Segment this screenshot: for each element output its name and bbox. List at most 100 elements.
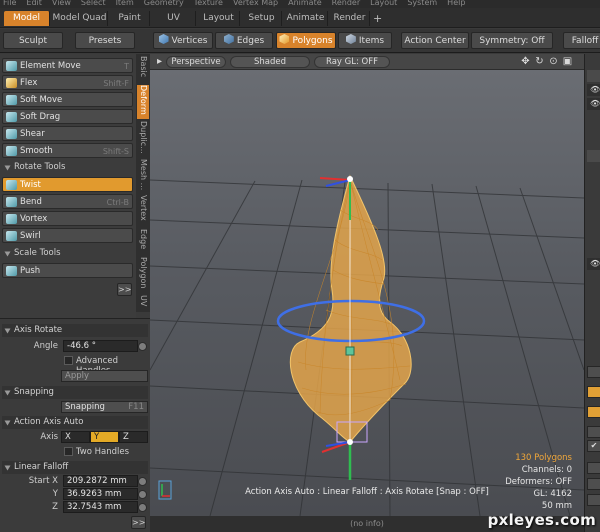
start-y-input[interactable]: 36.9263 mm	[63, 488, 138, 500]
side-panel-accent-button[interactable]	[587, 386, 600, 398]
axis-rotate-header[interactable]: Axis Rotate	[2, 324, 148, 337]
tab-paint[interactable]: Paint	[110, 11, 150, 26]
vertices-mode-button[interactable]: Vertices	[153, 32, 213, 49]
menu-item[interactable]: Item	[116, 0, 134, 7]
side-panel-button-2[interactable]	[587, 426, 600, 438]
start-x-link-icon[interactable]	[138, 477, 147, 486]
grid-scale: 50 mm	[541, 501, 572, 511]
zoom-icon[interactable]: ⊙	[548, 56, 559, 67]
properties-more-button[interactable]: >>	[131, 516, 146, 529]
menu-select[interactable]: Select	[81, 0, 106, 7]
tab-uv[interactable]: UV	[152, 11, 196, 26]
side-tab-deform[interactable]: Deform	[137, 85, 149, 119]
menu-help[interactable]: Help	[447, 0, 465, 7]
add-tab-button[interactable]: +	[373, 11, 382, 26]
pan-icon[interactable]: ✥	[520, 56, 531, 67]
sculpt-button[interactable]: Sculpt	[3, 32, 63, 49]
falloff-dropdown[interactable]: Falloff	[563, 32, 600, 49]
push-tool[interactable]: Push	[2, 263, 133, 278]
menu-file[interactable]: File	[3, 0, 16, 7]
side-tab-uv[interactable]: UV	[137, 295, 149, 311]
menu-animate[interactable]: Animate	[288, 0, 322, 7]
side-tab-mesh[interactable]: Mesh ...	[137, 159, 149, 193]
twist-tool[interactable]: Twist	[2, 177, 133, 192]
tab-setup[interactable]: Setup	[242, 11, 282, 26]
menu-layout[interactable]: Layout	[370, 0, 397, 7]
side-panel-accent-button-2[interactable]	[587, 406, 600, 418]
bend-tool[interactable]: Bend Ctrl-B	[2, 194, 133, 209]
menu-geometry[interactable]: Geometry	[144, 0, 184, 7]
polygons-label: Polygons	[292, 36, 333, 46]
apply-button[interactable]: Apply	[61, 370, 148, 382]
rotate-tools-header[interactable]: Rotate Tools	[2, 161, 133, 174]
linear-falloff-header[interactable]: Linear Falloff	[2, 461, 148, 474]
shear-tool[interactable]: Shear	[2, 126, 133, 141]
start-z-link-icon[interactable]	[138, 503, 147, 512]
menu-view[interactable]: View	[52, 0, 71, 7]
start-z-input[interactable]: 32.7543 mm	[63, 501, 138, 513]
menu-render[interactable]: Render	[332, 0, 360, 7]
side-panel-button-5[interactable]	[587, 494, 600, 506]
element-move-tool[interactable]: Element Move T	[2, 58, 133, 73]
perspective-dropdown[interactable]: Perspective	[166, 56, 226, 68]
smooth-tool[interactable]: Smooth Shift-S	[2, 143, 133, 158]
side-panel-button[interactable]	[587, 366, 600, 378]
axis-x-option[interactable]: X	[61, 431, 90, 443]
element-move-label: Element Move	[20, 61, 81, 71]
side-panel-button-4[interactable]	[587, 478, 600, 490]
scale-tools-header[interactable]: Scale Tools	[2, 247, 133, 260]
3d-viewport[interactable]: 130 Polygons Channels: 0 Deformers: OFF …	[150, 70, 584, 516]
side-tab-basic[interactable]: Basic	[137, 56, 149, 83]
side-tab-polygon[interactable]: Polygon	[137, 257, 149, 293]
advanced-handles-checkbox[interactable]	[64, 356, 73, 365]
two-handles-checkbox[interactable]	[64, 447, 73, 456]
tab-model-quad[interactable]: Model Quad	[52, 11, 108, 26]
list-item[interactable]	[587, 150, 600, 162]
list-item[interactable]: 👁	[587, 258, 600, 270]
side-tab-duplicate[interactable]: Duplic...	[137, 121, 149, 157]
tab-render[interactable]: Render	[330, 11, 370, 26]
tab-animate[interactable]: Animate	[284, 11, 328, 26]
tab-model[interactable]: Model	[4, 11, 50, 26]
maximize-icon[interactable]: ▣	[562, 56, 573, 67]
raygl-toggle[interactable]: Ray GL: OFF	[314, 56, 390, 68]
snapping-toggle[interactable]: Snapping F11	[61, 401, 148, 413]
axis-z-option[interactable]: Z	[119, 431, 148, 443]
list-item[interactable]: 👁	[587, 98, 600, 110]
side-panel-button-3[interactable]	[587, 462, 600, 474]
list-item[interactable]: 👁	[587, 84, 600, 96]
vortex-tool[interactable]: Vortex	[2, 211, 133, 226]
axis-y-option[interactable]: Y	[90, 431, 119, 443]
start-x-input[interactable]: 209.2872 mm	[63, 475, 138, 487]
items-mode-button[interactable]: Items	[338, 32, 392, 49]
action-center-dropdown[interactable]: Action Center	[401, 32, 469, 49]
shading-dropdown[interactable]: Shaded	[230, 56, 310, 68]
soft-move-tool[interactable]: Soft Move	[2, 92, 133, 107]
start-y-link-icon[interactable]	[138, 490, 147, 499]
side-tab-vertex[interactable]: Vertex	[137, 195, 149, 227]
tools-more-button[interactable]: >>	[117, 283, 132, 296]
swirl-tool[interactable]: Swirl	[2, 228, 133, 243]
menu-vertex-map[interactable]: Vertex Map	[233, 0, 278, 7]
soft-drag-tool[interactable]: Soft Drag	[2, 109, 133, 124]
visibility-eye-icon[interactable]: 👁	[590, 86, 600, 94]
angle-dial-icon[interactable]	[138, 342, 147, 351]
symmetry-dropdown[interactable]: Symmetry: Off	[471, 32, 553, 49]
angle-input[interactable]: -46.6 °	[63, 340, 138, 352]
visibility-eye-icon[interactable]: 👁	[590, 100, 600, 108]
visibility-eye-icon[interactable]: 👁	[590, 260, 600, 268]
presets-button[interactable]: Presets	[75, 32, 135, 49]
action-axis-header[interactable]: Action Axis Auto	[2, 416, 148, 429]
side-tab-edge[interactable]: Edge	[137, 229, 149, 255]
edges-mode-button[interactable]: Edges	[215, 32, 273, 49]
menu-system[interactable]: System	[407, 0, 437, 7]
viewport-menu-icon[interactable]: ▸	[154, 56, 165, 67]
tab-layout[interactable]: Layout	[198, 11, 240, 26]
snapping-header[interactable]: Snapping	[2, 386, 148, 399]
flex-tool[interactable]: Flex Shift-F	[2, 75, 133, 90]
rotate-view-icon[interactable]: ↻	[534, 56, 545, 67]
menu-edit[interactable]: Edit	[26, 0, 42, 7]
polygons-mode-button[interactable]: Polygons	[276, 32, 336, 49]
side-panel-check[interactable]: ✔	[587, 440, 600, 452]
menu-texture[interactable]: Texture	[194, 0, 223, 7]
